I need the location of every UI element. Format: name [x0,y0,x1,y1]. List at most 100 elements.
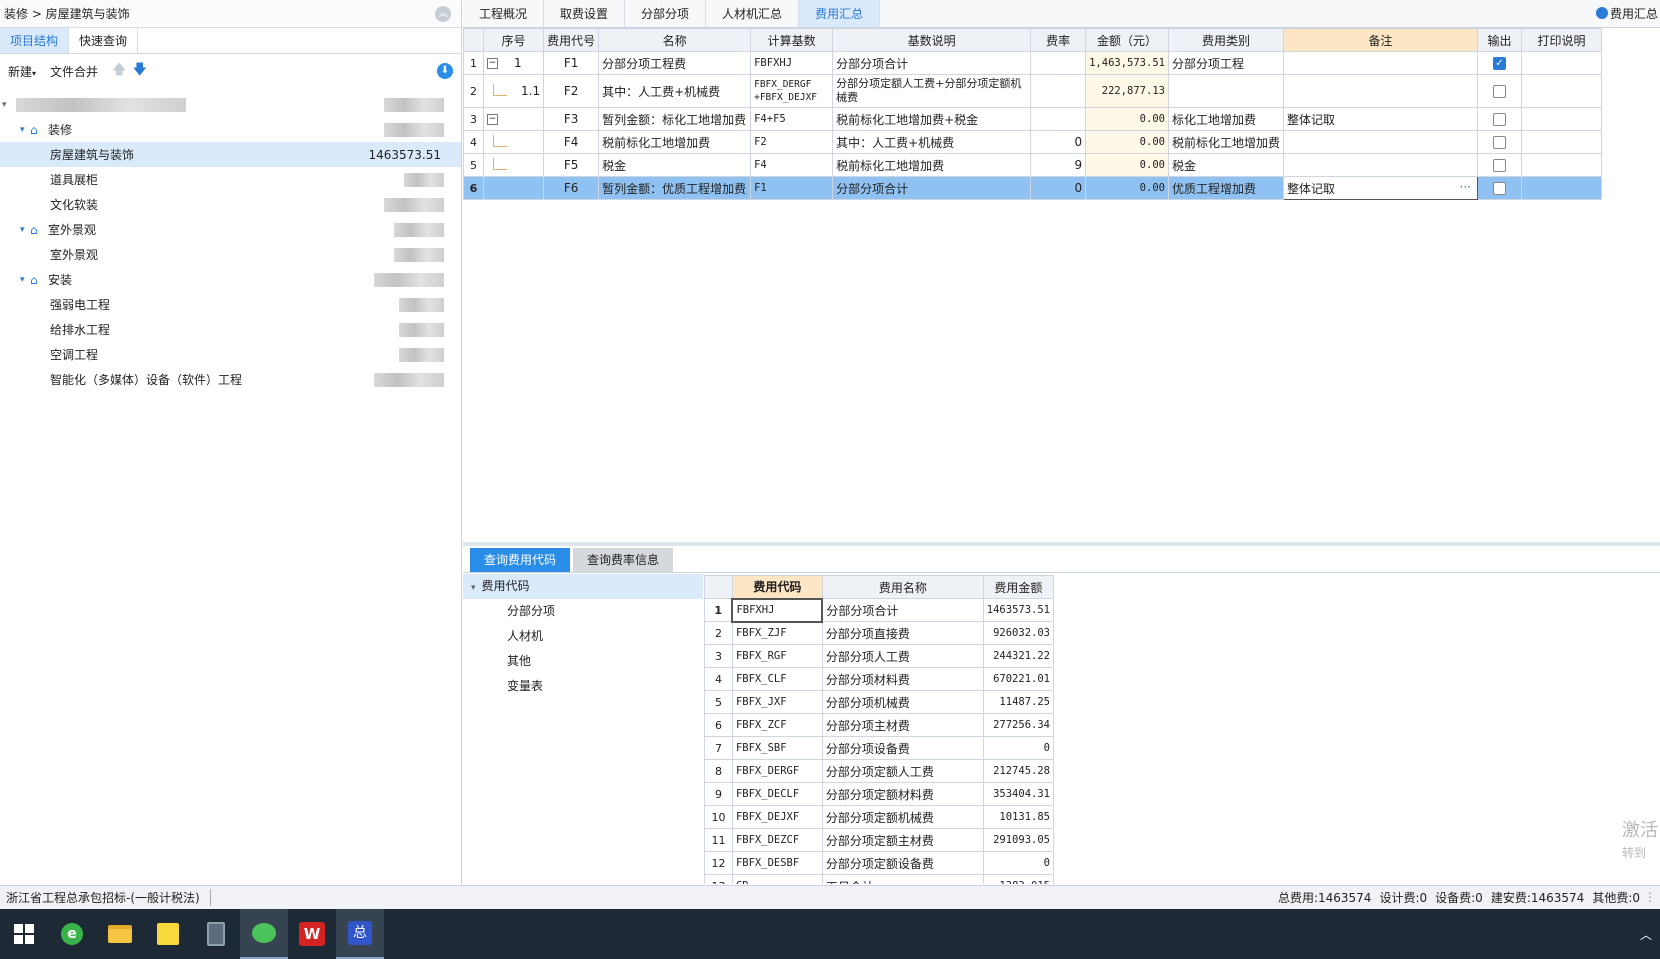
cell-memo[interactable] [1282,74,1478,108]
taskbar-sticky-notes[interactable] [144,909,192,959]
tab-query-fee-code[interactable]: 查询费用代码 [470,548,571,572]
cell-fee-name[interactable]: 分部分项直接费 [821,621,984,645]
cell-fee-name[interactable]: 工日合计 [821,874,984,884]
cell-print-note[interactable] [1520,176,1602,200]
cell-name[interactable]: 暂列金额：标化工地增加费 [598,107,752,131]
cell-category[interactable] [1167,74,1284,108]
cell-fee-name[interactable]: 分部分项定额材料费 [821,782,984,806]
cell-code[interactable]: F5 [543,153,600,177]
cell-code[interactable]: F3 [543,107,600,131]
cell-memo[interactable] [1282,130,1478,154]
table-row-selected[interactable]: 6 F6 暂列金额：优质工程增加费 F1 分部分项合计 0 0.00 优质工程增… [463,176,1602,200]
expand-icon[interactable]: ▾ [20,225,30,235]
panel-splitter[interactable] [463,542,1660,546]
cell-base-desc[interactable]: 分部分项定额人工费+分部分项定额机械费 [832,74,1032,108]
cell-base[interactable]: F1 [750,176,834,200]
cell-fee-name[interactable]: 分部分项主材费 [821,713,984,737]
taskbar-wps[interactable]: W [288,909,336,959]
header-rate[interactable]: 费率 [1030,28,1087,52]
header-print-note[interactable]: 打印说明 [1520,28,1602,52]
table-row[interactable]: 2 1.1 F2 其中：人工费+机械费 FBFX_DERGF +FBFX_DEJ… [463,74,1602,108]
cell-code[interactable]: F4 [543,130,600,154]
tree-item-sub-items[interactable]: 分部分项 [463,599,703,624]
header-amount[interactable]: 金额（元） [1085,28,1169,52]
cell-rate[interactable] [1030,74,1087,108]
tab-labor-material-summary[interactable]: 人材机汇总 [706,0,800,27]
cell-code[interactable]: F6 [543,176,600,200]
table-row[interactable]: 6 FBFX_ZCF 分部分项主材费 277256.34 [704,713,1054,737]
cell-fee-code[interactable]: FBFXHJ [731,597,824,623]
cell-fee-code[interactable]: FBFX_RGF [731,644,823,668]
cell-code[interactable]: F2 [543,74,600,108]
cell-base[interactable]: FBFXHJ [750,51,834,75]
cell-fee-code[interactable]: FBFX_CLF [731,667,823,691]
taskbar-explorer[interactable] [96,909,144,959]
cell-output[interactable] [1476,153,1522,177]
output-checkbox[interactable]: ✓ [1492,57,1506,70]
taskbar-estimate-app[interactable]: 总 [336,909,384,959]
cell-seq[interactable]: −1 [482,51,545,75]
resize-grip-icon[interactable]: ⋮ [1644,890,1656,904]
cell-seq[interactable] [482,130,545,154]
taskbar-calculator[interactable] [192,909,240,959]
table-row[interactable]: 1 −1 F1 分部分项工程费 FBFXHJ 分部分项合计 1,463,573.… [463,51,1602,75]
tab-sub-items[interactable]: 分部分项 [625,0,707,27]
collapse-panel-icon[interactable]: ︽ [435,6,451,22]
header-output[interactable]: 输出 [1476,28,1522,52]
tab-query-rate-info[interactable]: 查询费率信息 [573,548,674,572]
table-row[interactable]: 5 F5 税金 F4 税前标化工地增加费 9 0.00 税金 [463,153,1602,177]
tree-item-soft-decor[interactable]: 文化软装 [0,192,461,217]
cell-output[interactable] [1476,74,1522,108]
expand-icon[interactable]: ▾ [20,275,30,285]
cell-print-note[interactable] [1520,153,1602,177]
tree-item-zhuangxiu[interactable]: ▾ ⌂ 装修 [0,117,461,142]
header-memo[interactable]: 备注 [1282,28,1478,52]
tree-item-building-decoration[interactable]: 房屋建筑与装饰 1463573.51 [0,142,461,167]
cell-fee-name[interactable]: 分部分项定额人工费 [821,759,984,783]
table-row[interactable]: 7 FBFX_SBF 分部分项设备费 0 [704,736,1054,760]
tree-root[interactable]: ▾ [0,92,461,117]
cost-summary-export[interactable]: 费用汇总 [1595,0,1660,28]
cell-memo[interactable] [1282,51,1478,75]
tab-project-overview[interactable]: 工程概况 [463,0,545,27]
table-row[interactable]: 4 FBFX_CLF 分部分项材料费 670221.01 [704,667,1054,691]
tab-cost-summary[interactable]: 费用汇总 [799,0,881,27]
tab-fee-settings[interactable]: 取费设置 [544,0,626,27]
table-row[interactable]: 3 − F3 暂列金额：标化工地增加费 F4+F5 税前标化工地增加费+税金 0… [463,107,1602,131]
cell-seq[interactable] [482,153,545,177]
expand-icon[interactable]: ▾ [2,100,12,110]
file-merge-button[interactable]: 文件合并 [50,63,98,80]
table-row[interactable]: 1 FBFXHJ 分部分项合计 1463573.51 [704,597,1054,623]
cell-print-note[interactable] [1520,51,1602,75]
cell-fee-code[interactable]: FBFX_DECLF [731,782,823,806]
cell-fee-code[interactable]: GR [731,874,823,884]
cell-fee-code[interactable]: FBFX_ZCF [731,713,823,737]
move-down-icon[interactable]: 🡇 [132,59,146,83]
cell-base-desc[interactable]: 税前标化工地增加费+税金 [832,107,1032,131]
header-base-desc[interactable]: 基数说明 [832,28,1032,52]
cell-category[interactable]: 税前标化工地增加费 [1167,130,1284,154]
cell-seq[interactable]: 1.1 [482,74,545,108]
collapse-icon[interactable]: − [487,58,498,69]
cell-fee-name[interactable]: 分部分项定额机械费 [821,805,984,829]
cell-fee-name[interactable]: 分部分项合计 [821,598,984,622]
cell-base[interactable]: F2 [750,130,834,154]
cell-name[interactable]: 分部分项工程费 [598,51,752,75]
cell-fee-code[interactable]: FBFX_DEZCF [731,828,823,852]
output-checkbox[interactable] [1492,182,1506,195]
cell-rate[interactable]: 0 [1030,130,1087,154]
cell-base-desc[interactable]: 税前标化工地增加费 [832,153,1032,177]
cell-base-desc[interactable]: 分部分项合计 [832,176,1032,200]
cell-memo[interactable]: 整体记取 [1282,107,1478,131]
cell-base-desc[interactable]: 其中：人工费+机械费 [832,130,1032,154]
cell-fee-code[interactable]: FBFX_ZJF [731,621,823,645]
tree-item-smart-systems[interactable]: 智能化（多媒体）设备（软件）工程 [0,367,461,392]
cell-fee-name[interactable]: 分部分项人工费 [821,644,984,668]
table-row[interactable]: 5 FBFX_JXF 分部分项机械费 11487.25 [704,690,1054,714]
header-fee-code[interactable]: 费用代码 [731,575,823,599]
table-row[interactable]: 3 FBFX_RGF 分部分项人工费 244321.22 [704,644,1054,668]
header-seq[interactable]: 序号 [482,28,545,52]
tree-item-outdoor-child[interactable]: 室外景观 [0,242,461,267]
cell-memo-editing[interactable]: 整体记取 ··· [1282,176,1478,200]
table-row[interactable]: 12 FBFX_DESBF 分部分项定额设备费 0 [704,851,1054,875]
